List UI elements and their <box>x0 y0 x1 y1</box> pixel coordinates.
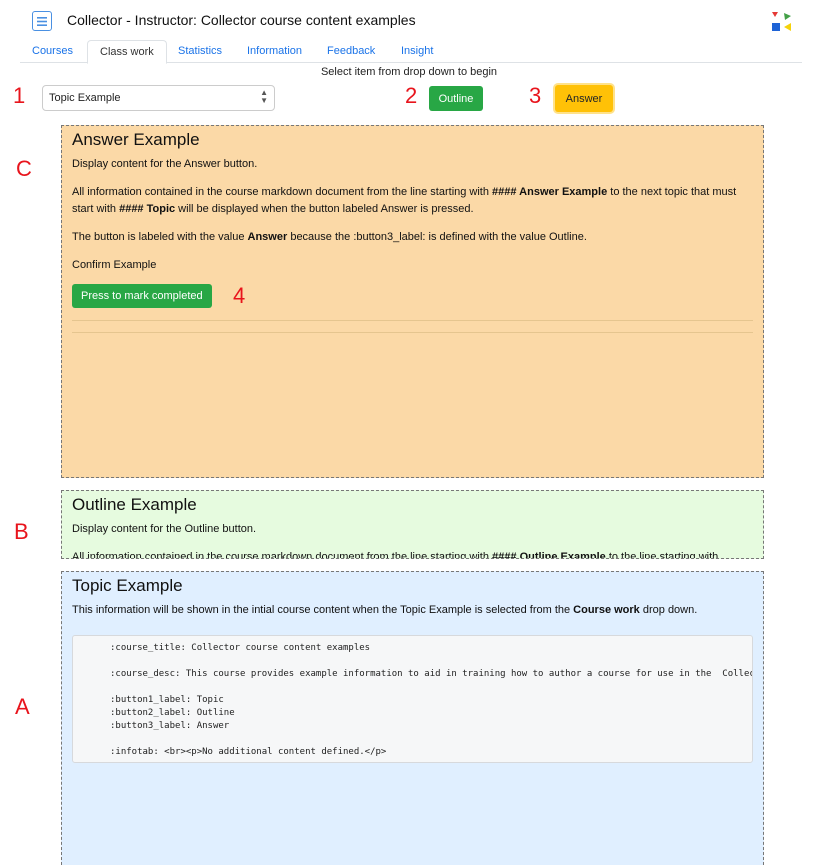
confirm-heading: Confirm Example <box>72 259 157 271</box>
marker-c: C <box>16 156 32 181</box>
outline-button[interactable]: Outline <box>429 86 483 111</box>
topic-select[interactable]: Topic Example ▲ ▼ <box>42 85 275 111</box>
code-line: :infotab: <br><p>No additional content d… <box>110 747 387 757</box>
topic-select-value: Topic Example <box>49 92 121 104</box>
app-title: Collector - Instructor: Collector course… <box>67 12 416 28</box>
instruction-text: Select item from drop down to begin <box>320 66 498 78</box>
tab-courses[interactable]: Courses <box>20 40 85 63</box>
answer-button[interactable]: Answer <box>555 85 613 112</box>
tab-bar: Courses Class work Statistics Informatio… <box>20 40 802 64</box>
answer-panel: Answer Example Display content for the A… <box>61 125 764 478</box>
marker-3: 3 <box>529 83 542 108</box>
outline-panel: Outline Example Display content for the … <box>61 490 764 559</box>
topic-panel: Topic Example This information will be s… <box>61 571 764 865</box>
hamburger-icon <box>37 16 47 26</box>
select-arrows-icon: ▲ ▼ <box>260 88 268 105</box>
divider <box>72 320 753 321</box>
marker-4: 4 <box>233 283 246 308</box>
answer-desc: Display content for the Answer button. <box>72 158 258 170</box>
collector-logo <box>772 12 791 31</box>
course-config-code: :course_title: Collector course content … <box>72 635 753 763</box>
marker-b: B <box>14 519 29 544</box>
outline-title: Outline Example <box>72 495 197 514</box>
topic-desc: This information will be shown in the in… <box>72 604 698 616</box>
topic-title: Topic Example <box>72 576 183 595</box>
tab-information[interactable]: Information <box>235 40 314 63</box>
tab-feedback[interactable]: Feedback <box>315 40 387 63</box>
code-line: :button1_label: Topic <box>110 695 224 705</box>
answer-title: Answer Example <box>72 130 200 149</box>
code-line: :button3_label: Answer <box>110 721 230 731</box>
marker-1: 1 <box>13 83 26 108</box>
code-line: :button2_label: Outline <box>110 708 235 718</box>
outline-desc: Display content for the Outline button. <box>72 523 257 535</box>
divider <box>72 332 753 333</box>
menu-button[interactable] <box>32 11 52 31</box>
tab-insight[interactable]: Insight <box>389 40 445 63</box>
tab-statistics[interactable]: Statistics <box>166 40 234 63</box>
tab-class-work[interactable]: Class work <box>87 40 167 64</box>
code-line: :course_desc: This course provides examp… <box>110 669 753 679</box>
code-line: :course_title: Collector course content … <box>110 643 371 653</box>
mark-completed-button[interactable]: Press to mark completed <box>72 284 212 308</box>
marker-2: 2 <box>405 83 418 108</box>
outline-info: All information contained in the course … <box>72 551 719 559</box>
answer-info: All information contained in the course … <box>72 186 737 215</box>
marker-a: A <box>15 694 30 719</box>
answer-label-info: The button is labeled with the value Ans… <box>72 231 587 243</box>
